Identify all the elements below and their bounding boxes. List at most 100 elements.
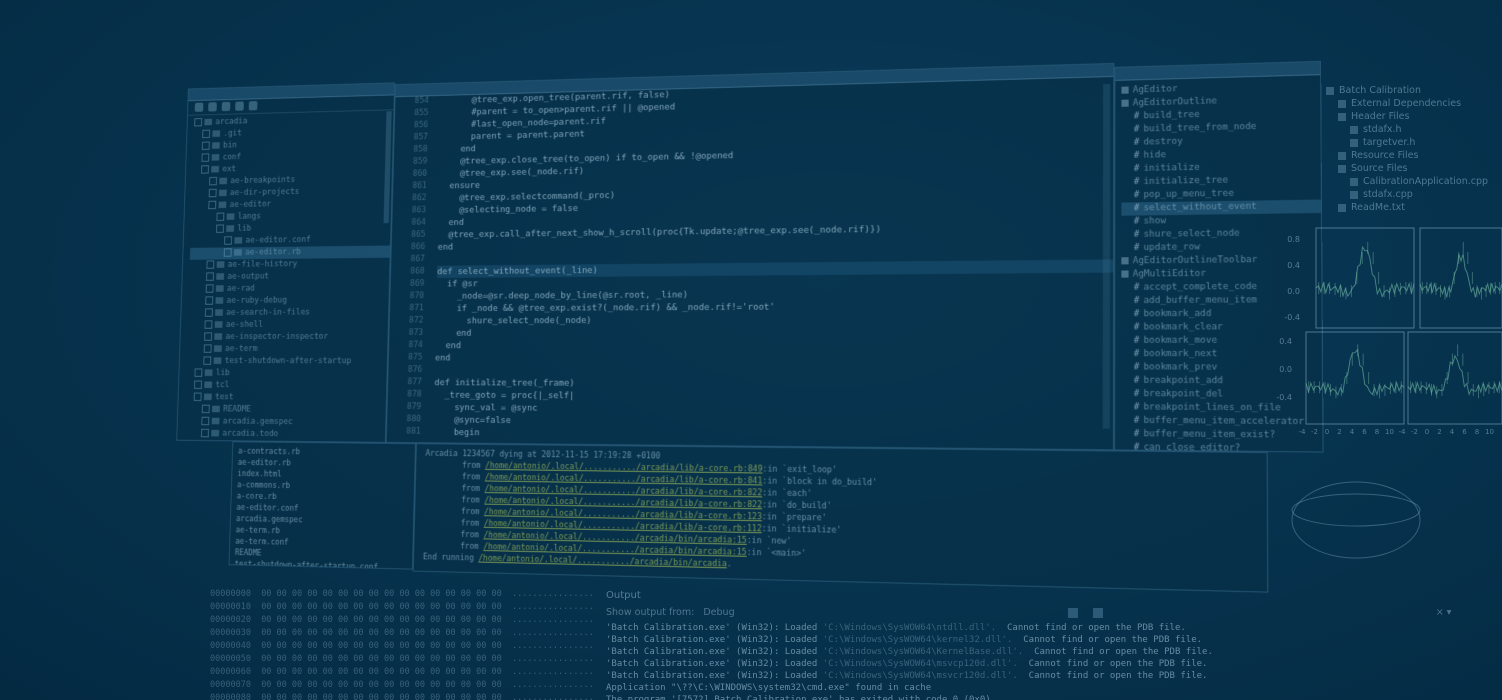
expand-toggle-icon[interactable] xyxy=(201,428,209,438)
expand-toggle-icon[interactable] xyxy=(204,308,213,317)
solution-item[interactable]: stdafx.h xyxy=(1318,123,1502,136)
x-tick-label: 10 xyxy=(1485,428,1494,436)
code-line[interactable]: end xyxy=(435,339,1113,352)
solution-item[interactable]: CalibrationApplication.cpp xyxy=(1318,175,1502,188)
dollar-icon[interactable] xyxy=(221,101,231,112)
folder-icon xyxy=(211,154,220,161)
outline-item-label: breakpoint_add xyxy=(1143,375,1224,387)
solution-item[interactable]: Source Files xyxy=(1318,162,1502,175)
file-icon[interactable] xyxy=(235,101,244,111)
expand-toggle-icon[interactable] xyxy=(194,380,202,389)
outline-item-label: accept_complete_code xyxy=(1143,281,1258,293)
file-tree-item-label: ae-editor.conf xyxy=(245,235,311,246)
expand-toggle-icon[interactable] xyxy=(205,284,214,293)
solution-item[interactable]: Header Files xyxy=(1318,110,1502,123)
file-tree-item[interactable]: ae-term xyxy=(187,343,388,355)
solution-item[interactable]: Batch Calibration xyxy=(1318,84,1502,97)
solution-item-label: External Dependencies xyxy=(1351,98,1462,109)
3d-surface-plot-rim xyxy=(1291,493,1421,527)
solution-item[interactable]: targetver.h xyxy=(1318,136,1502,149)
expand-toggle-icon[interactable] xyxy=(206,272,214,281)
folder-icon xyxy=(211,165,220,173)
expand-toggle-icon[interactable] xyxy=(194,118,203,127)
expand-toggle-icon[interactable] xyxy=(194,368,203,377)
solution-item[interactable]: Resource Files xyxy=(1318,149,1502,162)
expand-toggle-icon[interactable] xyxy=(205,296,214,305)
plot-axes xyxy=(1305,331,1405,425)
outline-item-label: AgEditor xyxy=(1132,84,1178,96)
file-tree-item[interactable]: test-shutdown-after-startup xyxy=(186,356,387,368)
expand-toggle-icon[interactable] xyxy=(208,188,217,198)
file-tree-item-label: ae-rad xyxy=(226,284,255,294)
expand-toggle-icon[interactable] xyxy=(201,153,210,162)
hex-ascii: ................ xyxy=(511,667,594,677)
close-icon[interactable]: × ▾ xyxy=(1436,607,1452,618)
folder-icon xyxy=(211,429,220,437)
clear-all-icon[interactable] xyxy=(1067,607,1078,618)
file-tree-item-label: ae-editor.rb xyxy=(244,247,302,258)
expand-toggle-icon[interactable] xyxy=(203,344,212,353)
word-wrap-icon[interactable] xyxy=(1092,607,1103,618)
file-tree-item[interactable]: lib xyxy=(186,368,387,381)
file-tree-item-label: conf xyxy=(222,152,242,163)
hex-address: 00000010 xyxy=(210,602,262,612)
expand-toggle-icon[interactable] xyxy=(200,440,209,443)
file-tree-item[interactable]: tcl xyxy=(186,380,387,393)
hex-row: 00000050 00 00 00 00 00 00 00 00 00 00 0… xyxy=(210,653,610,666)
expand-toggle-icon[interactable] xyxy=(216,212,225,221)
solution-item-label: Header Files xyxy=(1351,111,1410,122)
solution-node-icon xyxy=(1338,203,1346,212)
hex-row: 00000040 00 00 00 00 00 00 00 00 00 00 0… xyxy=(210,640,610,653)
file-tree-item[interactable]: ae-search-in-files xyxy=(188,307,388,320)
folder-icon xyxy=(219,177,228,185)
expand-toggle-icon[interactable] xyxy=(216,224,224,233)
expand-toggle-icon[interactable] xyxy=(204,320,213,329)
expand-toggle-icon[interactable] xyxy=(201,416,210,426)
file-tree-item-label: arcadia xyxy=(215,116,248,127)
expand-toggle-icon[interactable] xyxy=(203,356,212,365)
console-line-suffix: :in `prepare' xyxy=(761,512,827,524)
folder-icon xyxy=(216,261,225,268)
editor-scrollbar[interactable] xyxy=(1102,84,1111,429)
hex-bytes: 00 00 00 00 00 00 00 00 00 00 00 00 00 0… xyxy=(261,654,512,664)
outline-item-label: shure_select_node xyxy=(1143,228,1240,240)
hex-row: 00000020 00 00 00 00 00 00 00 00 00 00 0… xyxy=(210,614,610,627)
solution-item[interactable]: External Dependencies xyxy=(1318,97,1502,110)
y-tick-label: 0.8 xyxy=(1287,235,1300,244)
file-tree-item[interactable]: ae-ruby-debug xyxy=(188,294,388,307)
expand-toggle-icon[interactable] xyxy=(201,404,210,414)
method-icon: # xyxy=(1133,111,1140,122)
file-tree-item[interactable]: ae-shell xyxy=(188,319,389,332)
expand-toggle-icon[interactable] xyxy=(201,141,210,150)
expand-toggle-icon[interactable] xyxy=(193,392,202,401)
expand-toggle-icon[interactable] xyxy=(224,236,233,245)
expand-toggle-icon[interactable] xyxy=(223,248,232,257)
code-line[interactable]: end xyxy=(435,352,1113,365)
expand-toggle-icon[interactable] xyxy=(201,165,209,174)
expand-toggle-icon[interactable] xyxy=(204,332,213,341)
solution-item[interactable]: stdafx.cpp xyxy=(1318,188,1502,201)
folder-icon[interactable] xyxy=(248,101,258,111)
solution-item[interactable]: ReadMe.txt xyxy=(1318,201,1502,214)
expand-toggle-icon[interactable] xyxy=(208,200,217,210)
line-number: 874 xyxy=(408,340,423,350)
output-source-select[interactable]: Debug xyxy=(703,607,734,618)
solution-node-icon xyxy=(1338,112,1346,121)
code-area[interactable]: 854 855 856 857 858 859 860 861 862 863 864 865 866 8… xyxy=(387,76,1114,449)
y-tick-label: 0.0 xyxy=(1287,287,1300,296)
expand-toggle-icon[interactable] xyxy=(209,176,217,186)
x-tick-label: 10 xyxy=(1385,428,1394,436)
code-line[interactable]: end xyxy=(435,326,1113,340)
console-output: Arcadia 1234567 dying at 2012-11-15 17:1… xyxy=(414,444,1267,583)
file-tree-item[interactable]: ae-inspector-inspector xyxy=(187,331,388,343)
expand-toggle-icon[interactable] xyxy=(202,129,211,139)
code-text[interactable]: @tree_exp.open_tree(parent.rif, false) #… xyxy=(426,76,1114,449)
3d-surface-plot xyxy=(1291,481,1421,559)
code-editor-panel: 854 855 856 857 858 859 860 861 862 863 864 865 866 8… xyxy=(385,62,1115,451)
folder-icon xyxy=(216,273,225,280)
refresh-icon[interactable] xyxy=(208,102,217,112)
new-folder-icon[interactable] xyxy=(194,102,204,112)
x-tick-label: 4 xyxy=(1450,428,1455,436)
console-line-suffix: :in `each' xyxy=(762,488,812,500)
expand-toggle-icon[interactable] xyxy=(206,260,215,269)
